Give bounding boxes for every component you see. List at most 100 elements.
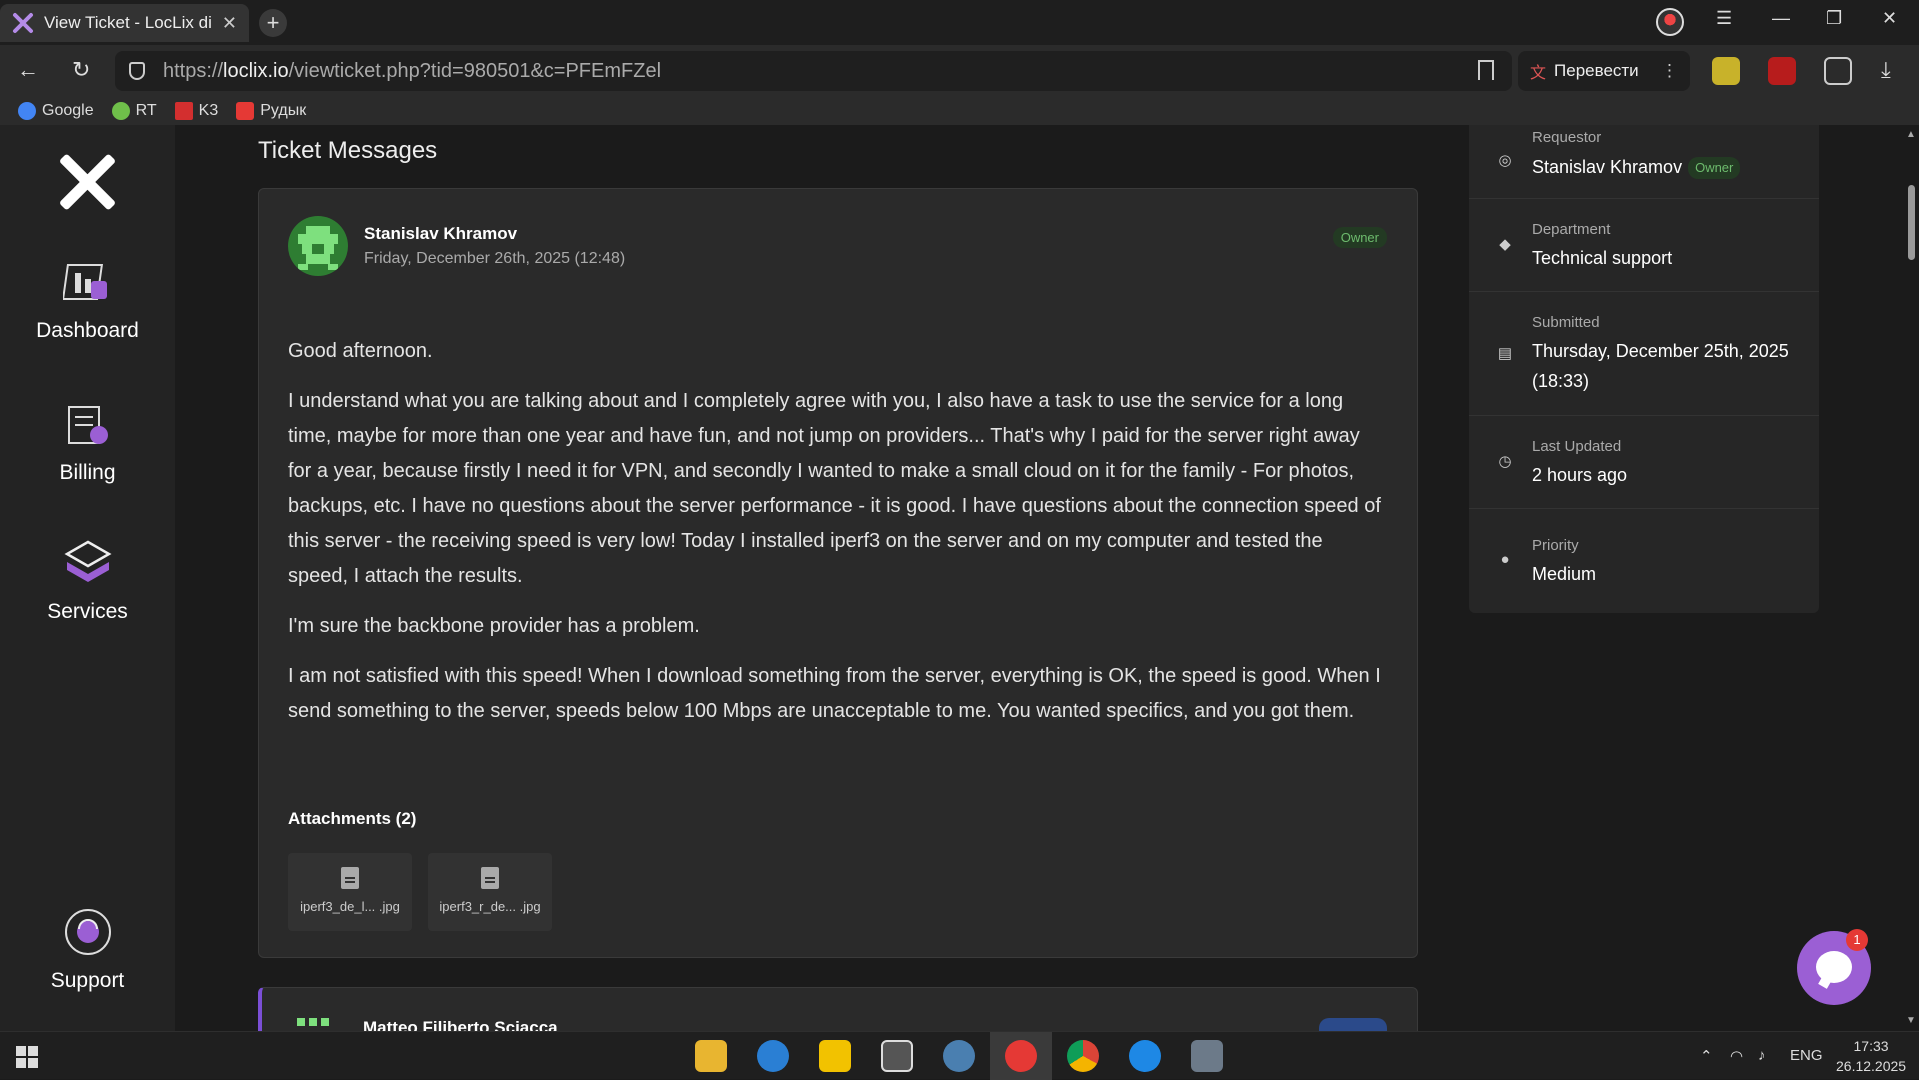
rt-icon: [111, 102, 130, 120]
attachment-item[interactable]: iperf3_r_de... .jpg: [428, 853, 552, 931]
tab-close-icon[interactable]: ✕: [222, 13, 237, 34]
author-avatar: [288, 216, 348, 276]
info-label: Priority: [1532, 537, 1579, 554]
info-label: Last Updated: [1532, 438, 1622, 455]
file-explorer-icon[interactable]: [695, 1040, 727, 1072]
address-bar[interactable]: https://loclix.io/viewticket.php?tid=980…: [115, 51, 1512, 91]
sidebar-item-label: Services: [47, 600, 128, 623]
owner-badge: Owner: [1688, 157, 1741, 180]
loclix-favicon-icon: [12, 12, 34, 34]
bookmark-google[interactable]: Google: [18, 102, 94, 120]
info-label: Submitted: [1532, 314, 1600, 331]
scroll-thumb[interactable]: [1908, 185, 1915, 260]
tag-icon: ◆: [1499, 236, 1511, 253]
clock-time: 17:33: [1853, 1038, 1889, 1054]
translate-icon: 文: [1530, 65, 1547, 82]
percent-extension-icon[interactable]: [1712, 57, 1740, 85]
wifi-icon[interactable]: ◠: [1730, 1047, 1743, 1065]
browser-tab-bar: View Ticket - LocLix di S ✕ + ☰ ― ❐ ✕: [0, 0, 1919, 45]
message-paragraph: I understand what you are talking about …: [288, 390, 1381, 587]
attachment-item[interactable]: iperf3_de_l... .jpg: [288, 853, 412, 931]
message-paragraph: I am not satisfied with this speed! When…: [288, 665, 1381, 722]
windows-start-icon[interactable]: [16, 1046, 38, 1068]
support-icon: [63, 907, 113, 957]
bookmark-rt[interactable]: RT: [111, 102, 157, 120]
yandex-browser-icon[interactable]: [1005, 1040, 1037, 1072]
sidebar-item-billing[interactable]: Billing: [0, 399, 175, 485]
staff-badge: [1319, 1018, 1387, 1031]
message-paragraph: Good afternoon.: [288, 340, 433, 362]
scroll-down-icon[interactable]: ▼: [1906, 1015, 1916, 1026]
restore-icon[interactable]: ❐: [1826, 8, 1842, 29]
system-clock[interactable]: 17:33 26.12.2025: [1836, 1036, 1906, 1076]
reload-icon[interactable]: ↻: [72, 57, 90, 83]
sidebar-item-services[interactable]: Services: [0, 538, 175, 624]
bookmark-k3[interactable]: K3: [174, 102, 219, 120]
ticket-message: Stanislav Khramov Friday, December 26th,…: [258, 188, 1418, 958]
chrome-icon[interactable]: [1067, 1040, 1099, 1072]
section-title: Ticket Messages: [258, 137, 438, 164]
browser-profile-avatar[interactable]: [1656, 8, 1684, 36]
message-author: Matteo Filiberto Sciacca: [363, 1018, 558, 1031]
owner-badge: Owner: [1332, 227, 1387, 248]
user-circle-icon: ◎: [1498, 152, 1512, 169]
edge-browser-icon[interactable]: [757, 1040, 789, 1072]
windows-taskbar: ⌃ ◠ ♪ ENG 17:33 26.12.2025: [0, 1031, 1919, 1080]
info-submitted: ▤ Submitted Thursday, December 25th, 202…: [1469, 292, 1819, 416]
youtube-icon: [236, 102, 255, 120]
info-last-updated: ◷ Last Updated 2 hours ago: [1469, 416, 1819, 509]
loclix-logo[interactable]: [58, 153, 117, 211]
volume-icon[interactable]: ♪: [1758, 1047, 1766, 1064]
shield-icon[interactable]: [129, 62, 145, 80]
remote-desktop-icon[interactable]: [1191, 1040, 1223, 1072]
calculator-icon[interactable]: [881, 1040, 913, 1072]
bookmark-label: K3: [198, 102, 219, 119]
page-content: Dashboard Billing Services Support Ticke…: [0, 125, 1919, 1031]
page-scrollbar[interactable]: ▲ ▼: [1903, 125, 1919, 1031]
close-window-icon[interactable]: ✕: [1882, 8, 1897, 29]
info-label: Requestor: [1532, 129, 1602, 146]
file-icon: [481, 867, 499, 889]
media-player-icon[interactable]: [943, 1040, 975, 1072]
language-indicator[interactable]: ENG: [1790, 1047, 1823, 1064]
ticket-message-staff: Matteo Filiberto Sciacca: [258, 987, 1418, 1031]
browser-toolbar: ← ↻ https://loclix.io/viewticket.php?tid…: [0, 45, 1919, 97]
google-icon: [18, 102, 36, 120]
new-tab-button[interactable]: +: [259, 9, 287, 37]
back-arrow-icon[interactable]: ←: [17, 57, 39, 83]
sidebar-item-support[interactable]: Support: [0, 907, 175, 993]
sidebar-item-dashboard[interactable]: Dashboard: [0, 257, 175, 343]
vivaldi-icon[interactable]: [1129, 1040, 1161, 1072]
bookmark-rudyk[interactable]: Рудык: [236, 102, 306, 120]
translate-label: Перевести: [1554, 61, 1639, 80]
star-app-icon[interactable]: [819, 1040, 851, 1072]
bookmark-label: RT: [135, 102, 157, 119]
k3-icon: [174, 102, 193, 120]
minimize-icon[interactable]: ―: [1772, 8, 1790, 29]
url-text: https://loclix.io/viewticket.php?tid=980…: [163, 59, 662, 82]
browser-menu-icon[interactable]: ☰: [1716, 8, 1732, 29]
message-author: Stanislav Khramov: [364, 224, 518, 243]
bookmark-icon[interactable]: [1478, 60, 1494, 80]
browser-tab[interactable]: View Ticket - LocLix di S ✕: [0, 4, 249, 42]
info-value: 2 hours ago: [1532, 465, 1628, 485]
ticket-info-panel: ◎ Requestor Stanislav Khramov Owner ◆ Dep…: [1469, 125, 1819, 613]
bookmark-label: Google: [42, 102, 94, 119]
scroll-up-icon[interactable]: ▲: [1906, 129, 1916, 140]
more-vertical-icon[interactable]: ⋮: [1661, 61, 1678, 81]
info-priority: ● Priority Medium: [1469, 509, 1819, 613]
live-chat-button[interactable]: 1: [1797, 929, 1871, 1005]
translate-button[interactable]: 文 Перевести ⋮: [1518, 51, 1690, 91]
chat-bubble-icon: [1816, 951, 1852, 983]
sidebar-item-label: Dashboard: [36, 319, 139, 342]
clock-date: 26.12.2025: [1836, 1058, 1907, 1074]
calendar-icon: ▤: [1497, 345, 1513, 362]
extensions-puzzle-icon[interactable]: [1824, 57, 1852, 85]
staff-avatar: [291, 1018, 341, 1031]
download-icon[interactable]: ⤓: [1881, 57, 1891, 83]
info-value: Stanislav Khramov Owner: [1532, 152, 1802, 182]
tray-chevron-icon[interactable]: ⌃: [1700, 1047, 1713, 1065]
ublock-extension-icon[interactable]: [1768, 57, 1796, 85]
bookmark-label: Рудык: [260, 102, 307, 119]
info-value: Medium: [1532, 564, 1597, 584]
